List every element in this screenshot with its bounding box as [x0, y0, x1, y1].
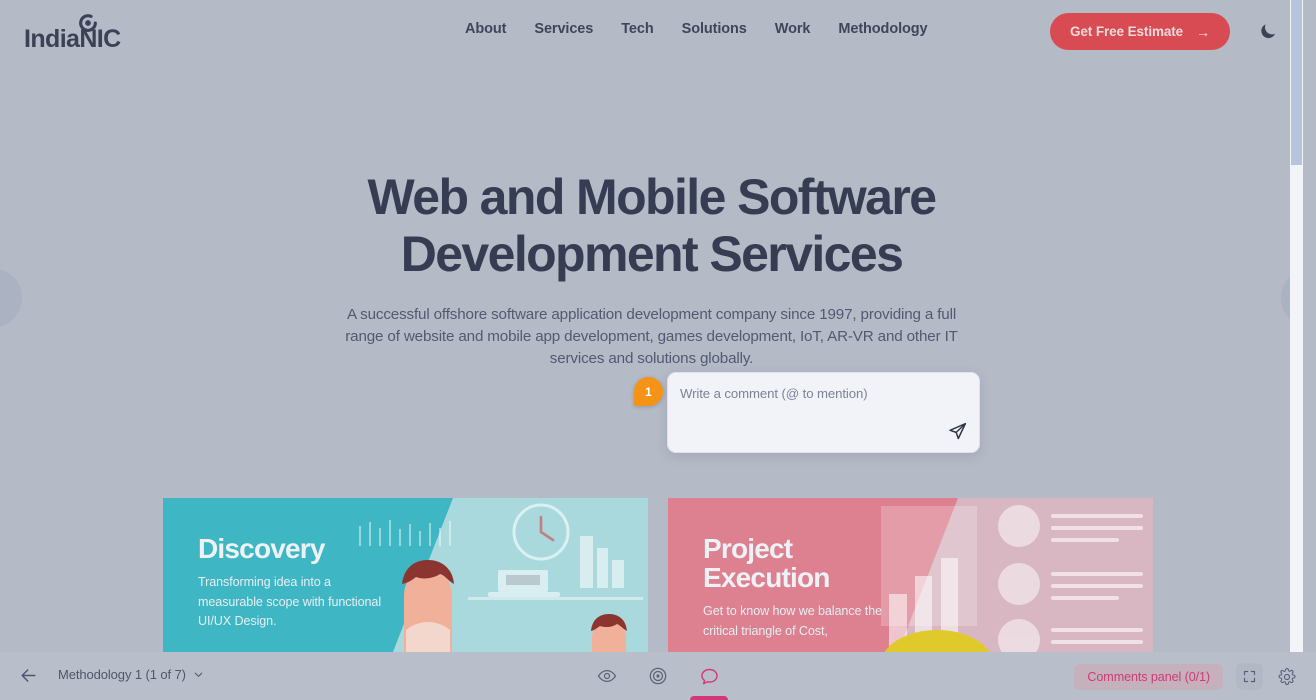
nav-item-tech[interactable]: Tech	[621, 21, 653, 37]
methodology-cards: Discovery Transforming idea into a measu…	[163, 498, 1154, 652]
card-description: Get to know how we balance the critical …	[703, 604, 883, 638]
nav-item-solutions[interactable]: Solutions	[682, 21, 747, 37]
fullscreen-button[interactable]	[1236, 663, 1263, 690]
methodology-card-project-execution[interactable]: Project Execution Get to know how we bal…	[668, 498, 1153, 652]
card-title: Discovery	[198, 533, 325, 564]
page-title: Methodology 1 (1 of 7)	[58, 667, 186, 682]
comment-input[interactable]	[680, 386, 960, 401]
fullscreen-icon	[1243, 670, 1256, 683]
preview-eye-button[interactable]	[594, 663, 620, 689]
comment-pin-number: 1	[645, 384, 652, 399]
card-title: Project Execution	[703, 533, 830, 594]
target-focus-button[interactable]	[645, 663, 671, 689]
cta-label: Get Free Estimate	[1069, 24, 1184, 39]
comment-composer[interactable]	[667, 372, 980, 453]
hero-subtitle: A successful offshore software applicati…	[345, 306, 958, 368]
vertical-scrollbar[interactable]	[1290, 0, 1303, 652]
comment-bubble-button[interactable]	[690, 663, 728, 700]
chevron-down-icon	[194, 672, 203, 677]
site-logo[interactable]: IndiaNIC	[24, 12, 121, 52]
hero-title: Web and Mobile Software Development Serv…	[0, 172, 1303, 279]
circle-dot-logo-icon	[79, 14, 97, 32]
discovery-illustration	[359, 503, 643, 652]
toolbar-tools	[594, 663, 728, 700]
gear-icon	[1278, 667, 1296, 685]
send-paper-plane-icon[interactable]	[947, 421, 968, 442]
scrollbar-thumb[interactable]	[1291, 0, 1302, 165]
active-tool-indicator	[690, 696, 728, 700]
comments-panel-button[interactable]: Comments panel (0/1)	[1074, 663, 1223, 690]
nav-item-about[interactable]: About	[465, 21, 506, 37]
get-free-estimate-button[interactable]: Get Free Estimate →	[1049, 13, 1230, 50]
toolbar-right-group: Comments panel (0/1)	[1074, 663, 1298, 690]
logo-text: IndiaNIC	[24, 25, 121, 53]
main-nav: About Services Tech Solutions Work Metho…	[465, 21, 928, 37]
settings-button[interactable]	[1276, 666, 1298, 688]
target-focus-icon	[649, 667, 667, 685]
arrow-right-icon: →	[1196, 23, 1210, 40]
card-text-block: Project Execution Get to know how we bal…	[703, 534, 898, 641]
nav-item-services[interactable]: Services	[534, 21, 593, 37]
moon-icon[interactable]	[1258, 21, 1278, 41]
bottom-toolbar: Methodology 1 (1 of 7) Comments panel (0…	[0, 652, 1316, 700]
nav-item-methodology[interactable]: Methodology	[838, 21, 927, 37]
app-root: IndiaNIC About Services Tech Solutions W…	[0, 0, 1316, 700]
site-header: IndiaNIC About Services Tech Solutions W…	[0, 0, 1303, 62]
card-text-block: Discovery Transforming idea into a measu…	[198, 534, 393, 632]
preview-eye-icon	[597, 669, 617, 683]
card-description: Transforming idea into a measurable scop…	[198, 575, 382, 629]
hero-title-line-2: Development Services	[400, 226, 904, 282]
website-canvas: IndiaNIC About Services Tech Solutions W…	[0, 0, 1303, 652]
comment-bubble-icon	[700, 668, 718, 684]
hero-title-line-1: Web and Mobile Software	[367, 169, 937, 225]
page-selector[interactable]: Methodology 1 (1 of 7)	[58, 667, 204, 682]
methodology-card-discovery[interactable]: Discovery Transforming idea into a measu…	[163, 498, 648, 652]
arrow-left-icon[interactable]	[19, 666, 38, 685]
nav-item-work[interactable]: Work	[775, 21, 811, 37]
project-execution-illustration	[881, 505, 1143, 652]
comment-pin-1[interactable]: 1	[634, 377, 663, 406]
